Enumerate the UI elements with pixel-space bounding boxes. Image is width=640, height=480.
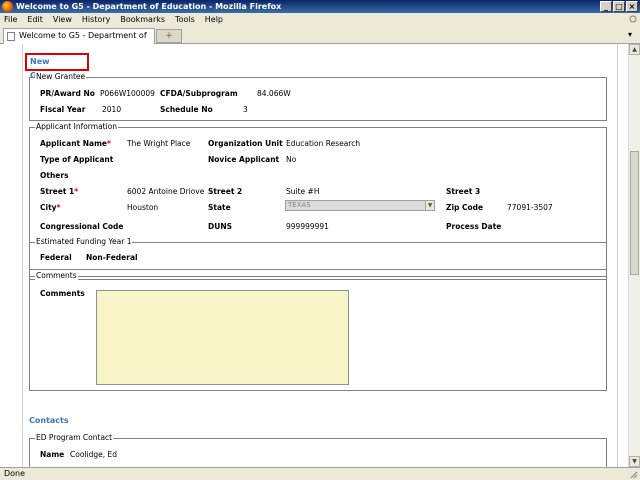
maximize-button[interactable]: □ (613, 1, 625, 12)
contact-name-value: Coolidge, Ed (70, 450, 117, 459)
schedule-no-label: Schedule No (160, 105, 213, 114)
congressional-code-label: Congressional Code (40, 222, 124, 231)
novice-applicant-value: No (286, 155, 297, 164)
menu-file[interactable]: File (4, 15, 17, 24)
duns-label: DUNS (208, 222, 232, 231)
street2-label: Street 2 (208, 187, 243, 196)
new-tab-button[interactable]: + (156, 29, 182, 43)
novice-applicant-label: Novice Applicant (208, 155, 280, 164)
new-grantee-heading[interactable]: New Grantee (25, 53, 89, 80)
menu-help[interactable]: Help (205, 15, 223, 24)
menu-edit[interactable]: Edit (27, 15, 43, 24)
street1-value: 6002 Antoine Driove (127, 187, 205, 196)
cfda-label: CFDA/Subprogram (160, 89, 238, 98)
throbber-icon (629, 15, 637, 23)
zip-code-value: 77091-3507 (507, 203, 553, 212)
minimize-button[interactable]: _ (600, 1, 612, 12)
tab-list-icon[interactable]: ▾ (628, 29, 638, 41)
tab-g5[interactable]: Welcome to G5 - Department of Educ... (3, 28, 155, 54)
comments-legend: Comments (35, 271, 78, 281)
contact-name-label: Name (40, 450, 65, 459)
org-unit-value: Education Research (286, 139, 361, 148)
state-label: State (208, 203, 231, 212)
scroll-up-icon[interactable]: ▲ (629, 44, 640, 55)
comments-section: Comments Comments (29, 271, 607, 391)
menu-tools[interactable]: Tools (175, 15, 195, 24)
applicant-info-legend: Applicant Information (35, 122, 119, 132)
fiscal-year-label: Fiscal Year (40, 105, 86, 114)
state-select[interactable]: TEXAS ▼ (285, 200, 435, 211)
page-content: New Grantee New Grantee PR/Award No P066… (0, 44, 628, 467)
fiscal-year-value: 2010 (102, 105, 122, 114)
org-unit-label: Organization Unit (208, 139, 283, 148)
duns-value: 999999991 (286, 222, 329, 231)
others-label: Others (40, 171, 69, 180)
status-text: Done (4, 469, 26, 478)
process-date-label: Process Date (446, 222, 502, 231)
street2-value: Suite #H (286, 187, 320, 196)
applicant-name-label: Applicant Name* (40, 139, 111, 148)
page-body: New Grantee New Grantee PR/Award No P066… (22, 44, 618, 467)
vertical-scrollbar[interactable]: ▲ ▼ (628, 44, 640, 467)
ed-program-contact-legend: ED Program Contact (35, 433, 114, 443)
tab-bar: Welcome to G5 - Department of Educ... + … (0, 26, 640, 54)
scroll-thumb[interactable] (630, 151, 639, 275)
city-label: City* (40, 203, 61, 212)
street1-label: Street 1* (40, 187, 79, 196)
window-title: Welcome to G5 - Department of Education … (16, 2, 282, 11)
city-value: Houston (127, 203, 159, 212)
applicant-name-value: The Wright Place (127, 139, 191, 148)
new-grantee-legend: New Grantee (35, 72, 87, 82)
resize-grip-icon[interactable] (628, 469, 638, 479)
state-select-value: TEXAS (288, 201, 311, 209)
zip-code-label: Zip Code (446, 203, 484, 212)
window-title-bar: Welcome to G5 - Department of Education … (0, 0, 640, 13)
type-of-applicant-label: Type of Applicant (40, 155, 114, 164)
ed-program-contact-section: ED Program Contact Name Coolidge, Ed (29, 433, 607, 467)
scroll-down-icon[interactable]: ▼ (629, 456, 640, 467)
comments-label: Comments (40, 289, 85, 298)
federal-label: Federal (40, 253, 72, 262)
chevron-down-icon: ▼ (425, 201, 434, 210)
comments-textarea[interactable] (96, 290, 349, 385)
menu-history[interactable]: History (82, 15, 110, 24)
funding-section: Estimated Funding Year 1 Federal Non-Fed… (29, 237, 607, 270)
menu-view[interactable]: View (53, 15, 72, 24)
contacts-heading[interactable]: Contacts (29, 416, 69, 425)
new-grantee-section: New Grantee PR/Award No P066W100009 CFDA… (29, 72, 607, 121)
funding-legend: Estimated Funding Year 1 (35, 237, 133, 247)
page-icon (7, 32, 15, 41)
menu-bookmarks[interactable]: Bookmarks (120, 15, 165, 24)
status-bar: Done (0, 467, 640, 480)
close-button[interactable]: × (626, 1, 638, 12)
menu-bar: File Edit View History Bookmarks Tools H… (0, 13, 640, 26)
schedule-no-value: 3 (243, 105, 248, 114)
non-federal-label: Non-Federal (86, 253, 138, 262)
street3-label: Street 3 (446, 187, 481, 196)
cfda-value: 84.066W (257, 89, 291, 98)
award-no-value: P066W100009 (100, 89, 155, 98)
award-no-label: PR/Award No (40, 89, 95, 98)
firefox-icon (2, 1, 13, 12)
